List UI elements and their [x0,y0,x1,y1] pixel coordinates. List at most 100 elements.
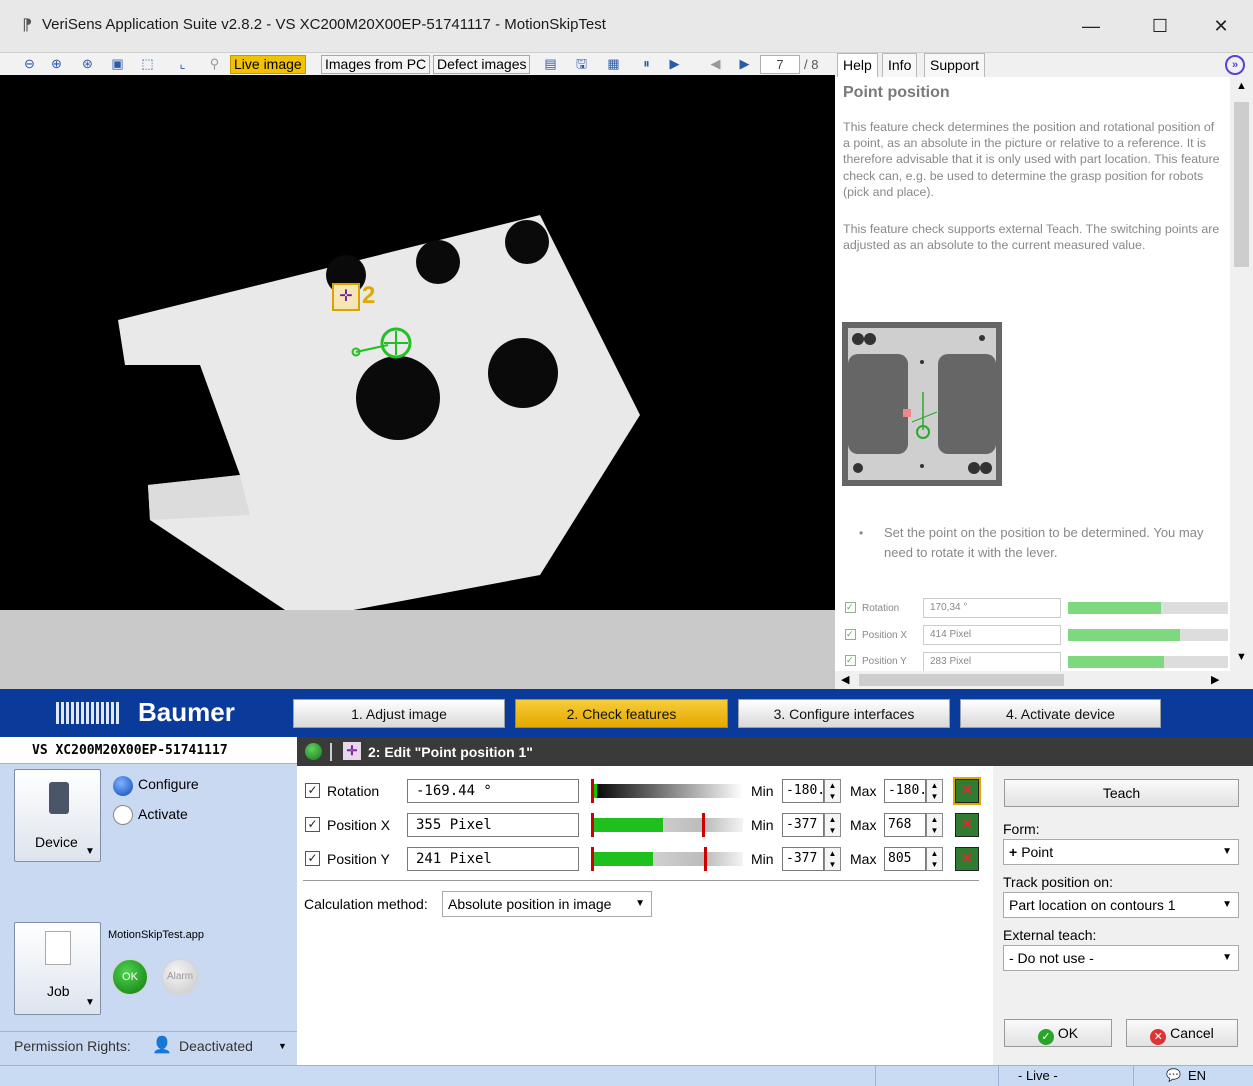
teach-button[interactable]: Teach [1004,779,1239,807]
rotation-checkbox[interactable]: ✓ [305,783,320,798]
position-x-max-field[interactable]: 768 [884,813,926,837]
mini-checkbox: ✓ [845,655,856,666]
scroll-left-icon[interactable]: ◀ [841,673,849,686]
zoom-in-icon[interactable]: ⊕ [47,55,66,73]
expand-panel-icon[interactable]: » [1225,55,1245,75]
position-x-min-handle[interactable] [591,813,594,837]
tab-support[interactable]: Support [924,53,986,77]
external-teach-label: External teach: [1003,927,1097,943]
permission-value[interactable]: Deactivated [179,1038,253,1054]
step-adjust-image[interactable]: 1. Adjust image [293,699,505,728]
configure-radio[interactable] [113,776,133,796]
external-teach-value: - Do not use - [1009,950,1094,966]
ok-button[interactable]: ✓ OK [1004,1019,1112,1047]
live-image-button[interactable]: Live image [230,55,306,74]
position-x-max-spinner[interactable]: ▲ ▼ [926,813,943,837]
crop-icon[interactable]: ⌞ [173,55,192,73]
chevron-down-icon: ▼ [1222,952,1232,963]
zoom-out-icon[interactable]: ⊖ [20,55,39,73]
zoom-fit-icon[interactable]: ⊛ [78,55,97,73]
position-x-level-fill [591,818,663,832]
rotation-max-field[interactable]: -180.0 [884,779,926,803]
hscroll-thumb[interactable] [859,674,1064,686]
external-teach-select[interactable]: - Do not use - ▼ [1003,945,1239,971]
rotation-min-spinner[interactable]: ▲ ▼ [824,779,841,803]
position-x-min-field[interactable]: -377 [782,813,824,837]
scroll-down-icon[interactable]: ▼ [1236,651,1247,663]
scroll-right-icon[interactable]: ▶ [1211,673,1219,686]
save-all-icon[interactable]: ▦ [604,55,623,73]
position-y-disable-icon[interactable]: ✕ [955,847,979,871]
position-x-label: Position X [327,817,391,833]
help-horizontal-scrollbar[interactable]: ◀ ▶ [835,671,1253,689]
device-button[interactable]: Device ▼ [14,769,101,862]
help-vertical-scrollbar[interactable]: ▲ ▼ [1230,77,1253,671]
activate-radio[interactable] [113,805,133,825]
plus-icon: + [1009,844,1018,860]
position-y-checkbox[interactable]: ✓ [305,851,320,866]
minimize-button[interactable]: — [1068,6,1114,46]
position-x-max-handle[interactable] [702,813,705,837]
position-x-min-spinner[interactable]: ▲ ▼ [824,813,841,837]
position-x-range-bar[interactable] [591,813,743,837]
position-y-min-spinner[interactable]: ▲ ▼ [824,847,841,871]
ok-status-indicator: OK [111,958,149,996]
rotation-min-field[interactable]: -180.0 [782,779,824,803]
title-bar: ⁋ VeriSens Application Suite v2.8.2 - VS… [0,0,1253,53]
activate-label: Activate [138,806,188,822]
rotation-min-handle[interactable] [591,779,594,803]
maximize-button[interactable]: ☐ [1137,6,1183,46]
feature-options: Teach Form: + Point ▼ Track position on: … [993,766,1253,1065]
position-x-checkbox[interactable]: ✓ [305,817,320,832]
film-icon[interactable]: ▤ [541,55,560,73]
close-button[interactable]: ✕ [1198,6,1244,46]
zoom-region-icon[interactable]: ⬚ [138,55,157,73]
tab-help[interactable]: Help [837,53,878,77]
search-disabled-icon: ⚲ [209,56,220,71]
position-y-max-spinner[interactable]: ▲ ▼ [926,847,943,871]
mini-row-label: Rotation [862,603,900,614]
image-window-icon[interactable]: ▣ [108,55,127,73]
position-y-range-bar[interactable] [591,847,743,871]
cancel-button[interactable]: ✕ Cancel [1126,1019,1238,1047]
scroll-up-icon[interactable]: ▲ [1236,80,1247,92]
track-select[interactable]: Part location on contours 1 ▼ [1003,892,1239,918]
help-bullet-text: Set the point on the position to be dete… [884,525,1204,560]
position-y-max-field[interactable]: 805 [884,847,926,871]
scroll-thumb[interactable] [1234,102,1249,267]
position-y-min-field[interactable]: -377 [782,847,824,871]
defect-images-button[interactable]: Defect images [433,55,531,74]
images-from-pc-button[interactable]: Images from PC [321,55,431,74]
calc-method-value: Absolute position in image [448,896,612,912]
play-icon[interactable]: ▶ [665,55,684,73]
permission-dropdown-icon[interactable]: ▼ [278,1041,287,1051]
position-y-level-fill [591,852,653,866]
save-image-icon[interactable]: 🖫 [572,55,591,73]
step-activate-device[interactable]: 4. Activate device [960,699,1161,728]
rotation-disable-icon[interactable]: ✕ [953,777,981,805]
job-button[interactable]: Job ▼ [14,922,101,1015]
pause-icon[interactable]: ⏸ [637,55,656,73]
mini-row-label: Position X [862,630,908,641]
live-image-view[interactable]: ✛ 2 [0,75,835,610]
calc-method-select[interactable]: Absolute position in image ▼ [442,891,652,917]
help-paragraph-1: This feature check determines the positi… [843,120,1220,199]
point-position-crosshair-icon[interactable] [348,327,418,377]
position-x-disable-icon[interactable]: ✕ [955,813,979,837]
step-check-features[interactable]: 2. Check features [515,699,728,728]
rotation-max-spinner[interactable]: ▲ ▼ [926,779,943,803]
prev-frame-icon[interactable]: ◀ [706,55,725,73]
tab-info[interactable]: Info [882,53,918,77]
frame-number-field[interactable]: 7 [760,55,800,74]
position-y-min-handle[interactable] [591,847,594,871]
dropdown-arrow-icon: ▼ [85,846,95,857]
language-value[interactable]: EN [1188,1068,1206,1083]
job-label: Job [47,983,70,999]
form-select[interactable]: + Point ▼ [1003,839,1239,865]
reference-marker-icon[interactable]: ✛ [332,283,360,311]
position-y-max-handle[interactable] [704,847,707,871]
step-configure-interfaces[interactable]: 3. Configure interfaces [738,699,950,728]
rotation-range-bar[interactable] [591,779,743,803]
language-icon: 💬 [1166,1068,1181,1082]
next-frame-icon[interactable]: ▶ [735,55,754,73]
